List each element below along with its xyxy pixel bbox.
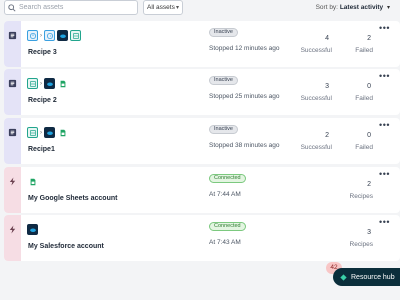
connection-name[interactable]: My Salesforce account (28, 243, 104, 250)
recipe-type-strip (4, 21, 21, 67)
google-sheets-icon (57, 127, 68, 138)
app-icons (27, 176, 40, 187)
app-icons (27, 224, 40, 235)
google-sheets-icon (27, 176, 38, 187)
recipes-label: Recipes (349, 241, 373, 248)
recipes-count: 3 (367, 229, 371, 236)
timer-icon (44, 30, 55, 41)
recipe-icon (8, 79, 17, 88)
connection-type-strip (4, 215, 21, 261)
connection-card[interactable]: My Salesforce account Connected At 7:43 … (4, 215, 400, 261)
failed-label: Failed (355, 95, 373, 102)
sort-control[interactable]: Sort by: Latest activity ▾ (316, 4, 390, 11)
status-badge: Inactive (209, 76, 238, 85)
chevron-down-icon: ▾ (175, 5, 179, 11)
more-options-icon[interactable]: ••• (379, 23, 390, 33)
timer-icon (27, 30, 38, 41)
asset-filter-value: All assets (147, 4, 175, 11)
successful-label: Successful (300, 47, 332, 54)
status-text: Stopped 38 minutes ago (209, 142, 280, 149)
salesforce-icon (44, 78, 55, 89)
status-badge: Inactive (209, 28, 238, 37)
recipe-name[interactable]: Recipe 2 (28, 97, 57, 104)
arrow-right-icon: › (40, 32, 42, 39)
status-text: At 7:43 AM (209, 239, 241, 246)
table-icon (27, 127, 38, 138)
salesforce-icon (27, 224, 38, 235)
recipe-type-strip (4, 118, 21, 164)
lightning-icon (9, 177, 16, 186)
recipes-label: Recipes (349, 193, 373, 200)
failed-count: 2 (367, 35, 371, 42)
more-options-icon[interactable]: ••• (379, 169, 390, 179)
resource-hub-button[interactable]: Resource hub (333, 268, 400, 286)
table-icon (70, 30, 81, 41)
arrow-right-icon: › (40, 80, 42, 87)
toolbar: All assets ▾ Sort by: Latest activity ▾ (0, 0, 400, 16)
status-badge: Connected (209, 222, 246, 231)
status-text: Stopped 12 minutes ago (209, 45, 280, 52)
recipe-icon (8, 128, 17, 137)
resource-hub-label: Resource hub (351, 273, 395, 281)
recipe-card[interactable]: › Recipe 3 Inactive Stopped 12 minutes a… (4, 21, 400, 67)
connection-type-strip (4, 167, 21, 213)
salesforce-icon (57, 30, 68, 41)
app-icons: › (27, 78, 70, 89)
status-text: At 7:44 AM (209, 191, 241, 198)
failed-count: 0 (367, 132, 371, 139)
recipe-type-strip (4, 69, 21, 115)
search-input[interactable] (19, 4, 134, 11)
failed-label: Failed (355, 144, 373, 151)
search-icon (8, 3, 16, 12)
status-text: Stopped 25 minutes ago (209, 93, 280, 100)
more-options-icon[interactable]: ••• (379, 120, 390, 130)
status-badge: Inactive (209, 125, 238, 134)
chevron-down-icon: ▾ (386, 5, 390, 11)
lightning-icon (9, 225, 16, 234)
failed-label: Failed (355, 47, 373, 54)
status-badge: Connected (209, 174, 246, 183)
app-icons: › (27, 30, 83, 41)
successful-count: 4 (325, 35, 329, 42)
recipe-name[interactable]: Recipe 3 (28, 49, 57, 56)
connection-card[interactable]: My Google Sheets account Connected At 7:… (4, 167, 400, 213)
sort-prefix: Sort by: (315, 4, 338, 11)
google-sheets-icon (57, 78, 68, 89)
asset-filter-select[interactable]: All assets ▾ (143, 0, 183, 15)
diamond-icon (340, 273, 347, 281)
successful-label: Successful (300, 95, 332, 102)
successful-label: Successful (300, 144, 332, 151)
recipe-icon (8, 31, 17, 40)
recipe-name[interactable]: Recipe1 (28, 146, 55, 153)
connection-name[interactable]: My Google Sheets account (28, 195, 117, 202)
failed-count: 0 (367, 83, 371, 90)
more-options-icon[interactable]: ••• (379, 217, 390, 227)
recipe-card[interactable]: › Recipe1 Inactive Stopped 38 minutes ag… (4, 118, 400, 164)
search-box[interactable] (4, 0, 138, 15)
recipe-card[interactable]: › Recipe 2 Inactive Stopped 25 minutes a… (4, 69, 400, 115)
successful-count: 2 (325, 132, 329, 139)
sort-value: Latest activity (339, 4, 384, 11)
app-icons: › (27, 127, 70, 138)
successful-count: 3 (325, 83, 329, 90)
arrow-right-icon: › (40, 129, 42, 136)
recipes-count: 2 (367, 181, 371, 188)
more-options-icon[interactable]: ••• (379, 71, 390, 81)
table-icon (27, 78, 38, 89)
salesforce-icon (44, 127, 55, 138)
